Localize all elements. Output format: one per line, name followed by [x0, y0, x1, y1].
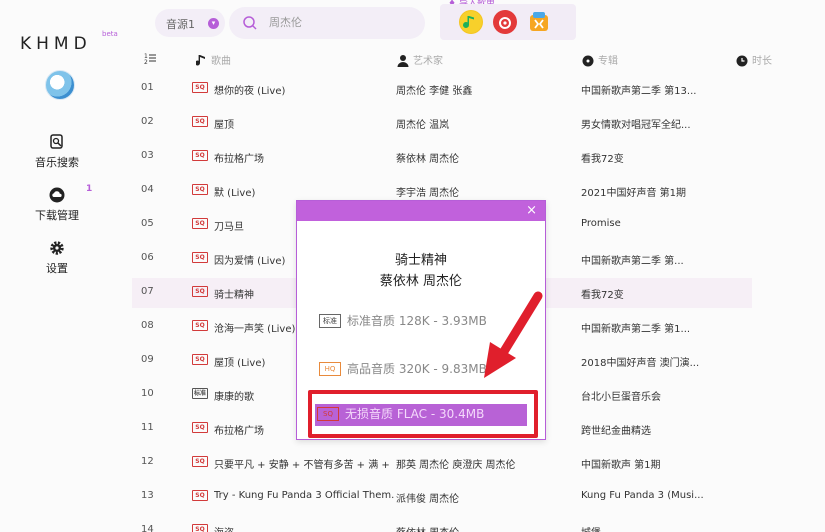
avatar[interactable] — [45, 70, 75, 100]
artist-name[interactable]: 李宇浩 周杰伦 — [396, 184, 576, 199]
sidebar-item-download-manager[interactable]: 下载管理 — [22, 187, 92, 223]
quality-badge: SQ — [192, 116, 208, 127]
song-title: 只要平凡 + 安静 + 不管有多苦 + 满 + ... — [214, 460, 394, 471]
chevron-down-icon: ▾ — [208, 18, 219, 29]
album-name[interactable]: 看我72变 — [581, 150, 741, 165]
quality-option-label: 高品音质 320K - 9.83MB — [347, 362, 487, 376]
album-name[interactable]: 中国新歌声第二季 第1... — [581, 320, 741, 335]
search-box[interactable] — [229, 7, 425, 39]
song-title: 海盗 — [214, 524, 394, 532]
column-song[interactable]: 歌曲 — [196, 52, 231, 67]
artist-name[interactable]: 蔡依林 周杰伦 — [396, 524, 576, 532]
album-name[interactable]: 台北小巨蛋音乐会 — [581, 388, 741, 403]
table-row[interactable]: 12 SQ 只要平凡 + 安静 + 不管有多苦 + 满 + ... 那英 周杰伦… — [132, 448, 752, 478]
standard-quality-badge: 标准 — [319, 314, 341, 328]
album-name[interactable]: 城堡 — [581, 524, 741, 532]
column-artist[interactable]: 艺术家 — [397, 52, 443, 67]
sidebar: KHMD beta 音乐搜索 下载管理 1 设置 — [0, 0, 118, 532]
svg-text:2: 2 — [144, 59, 148, 64]
annotation-arrow-icon — [484, 291, 543, 378]
quality-badge: SQ — [192, 524, 208, 532]
table-row[interactable]: 03 SQ 布拉格广场 蔡依林 周杰伦 看我72变 — [132, 142, 752, 172]
artist-name[interactable]: 那英 周杰伦 庾澄庆 周杰伦 — [396, 456, 576, 471]
song-title: 想你的夜 (Live) — [214, 86, 286, 97]
song-title: 默 (Live) — [214, 188, 256, 199]
quality-badge: SQ — [192, 218, 208, 229]
album-name[interactable]: 看我72变 — [581, 286, 741, 301]
table-row[interactable]: 02 SQ 屋顶 周杰伦 温岚 男女情歌对唱冠军全纪... — [132, 108, 752, 138]
quality-badge: SQ — [192, 252, 208, 263]
sidebar-item-label: 设置 — [46, 262, 68, 275]
artist-name[interactable]: 蔡依林 周杰伦 — [396, 150, 576, 165]
search-input[interactable] — [269, 15, 409, 28]
quality-badge: SQ — [192, 320, 208, 331]
album-name[interactable]: 2018中国好声音 澳门演... — [581, 354, 741, 369]
quality-badge: SQ — [192, 82, 208, 93]
song-title: 布拉格广场 — [214, 154, 264, 165]
dialog-song-title: 骑士精神 — [394, 253, 447, 268]
kuwo-music-icon[interactable] — [527, 10, 551, 34]
song-title: 屋顶 — [214, 120, 234, 131]
annotation-highlight-box — [308, 390, 538, 438]
quality-badge: SQ — [192, 184, 208, 195]
download-cloud-icon — [49, 187, 65, 203]
quality-badge: SQ — [192, 456, 208, 467]
column-album[interactable]: 专辑 — [582, 52, 618, 67]
album-name[interactable]: 男女情歌对唱冠军全纪... — [581, 116, 741, 131]
sidebar-item-label: 下载管理 — [35, 209, 79, 222]
dialog-artist: 蔡依林 周杰伦 — [379, 274, 463, 289]
album-name[interactable]: Kung Fu Panda 3 (Musi... — [581, 490, 741, 501]
album-name[interactable]: Promise — [581, 218, 741, 229]
source-select[interactable]: 音源1 ▾ — [155, 9, 225, 37]
disc-icon — [582, 55, 594, 67]
artist-name[interactable]: 派伟俊 周杰伦 — [396, 490, 576, 505]
netease-music-icon[interactable] — [493, 10, 517, 34]
sidebar-item-label: 音乐搜索 — [35, 156, 79, 169]
album-name[interactable]: 中国新歌声 第1期 — [581, 456, 741, 471]
app-logo: KHMD — [20, 34, 92, 54]
song-title: Try - Kung Fu Panda 3 Official Them... — [214, 490, 394, 501]
close-icon[interactable]: × — [526, 203, 537, 218]
album-name[interactable]: 中国新歌声第二季 第13... — [581, 82, 741, 97]
column-duration[interactable]: 时长 — [736, 52, 772, 67]
beta-badge: beta — [102, 30, 118, 38]
table-row[interactable]: 01 SQ 想你的夜 (Live) 周杰伦 李健 张鑫 中国新歌声第二季 第13… — [132, 74, 752, 104]
quality-badge: SQ — [192, 490, 208, 501]
gear-icon — [50, 241, 64, 255]
table-row[interactable]: 14 SQ 海盗 蔡依林 周杰伦 城堡 — [132, 516, 752, 532]
sidebar-item-music-search[interactable]: 音乐搜索 — [22, 134, 92, 170]
dialog-header: × — [297, 201, 545, 221]
clock-icon — [736, 55, 748, 67]
music-note-icon — [196, 55, 205, 66]
sort-order-icon[interactable]: 12 — [144, 52, 156, 67]
artist-name[interactable]: 周杰伦 温岚 — [396, 116, 576, 131]
download-count-badge: 1 — [86, 184, 93, 194]
hq-quality-badge: HQ — [319, 362, 341, 376]
music-search-icon — [50, 134, 63, 149]
source-select-value: 音源1 — [166, 18, 195, 31]
table-row[interactable]: 13 SQ Try - Kung Fu Panda 3 Official The… — [132, 482, 752, 512]
album-name[interactable]: 跨世纪金曲精选 — [581, 422, 741, 437]
quality-badge: SQ — [192, 286, 208, 297]
quality-badge: 标准 — [192, 388, 208, 399]
quality-badge: SQ — [192, 422, 208, 433]
quality-badge: SQ — [192, 354, 208, 365]
artist-name[interactable]: 周杰伦 李健 张鑫 — [396, 82, 576, 97]
quality-option-label: 标准音质 128K - 3.93MB — [347, 314, 487, 328]
person-icon — [397, 55, 409, 67]
app-window: KHMD beta 音乐搜索 下载管理 1 设置 音源1 ▾ 周杰伦 1 2 歌… — [0, 0, 825, 532]
table-header: 12 歌曲 艺术家 专辑 时长 — [112, 46, 825, 72]
qq-music-icon[interactable] — [459, 10, 483, 34]
search-icon — [243, 16, 257, 30]
album-name[interactable]: 2021中国好声音 第1期 — [581, 184, 741, 199]
sidebar-item-settings[interactable]: 设置 — [22, 240, 92, 276]
album-name[interactable]: 中国新歌声第二季 第... — [581, 252, 741, 267]
quality-badge: SQ — [192, 150, 208, 161]
